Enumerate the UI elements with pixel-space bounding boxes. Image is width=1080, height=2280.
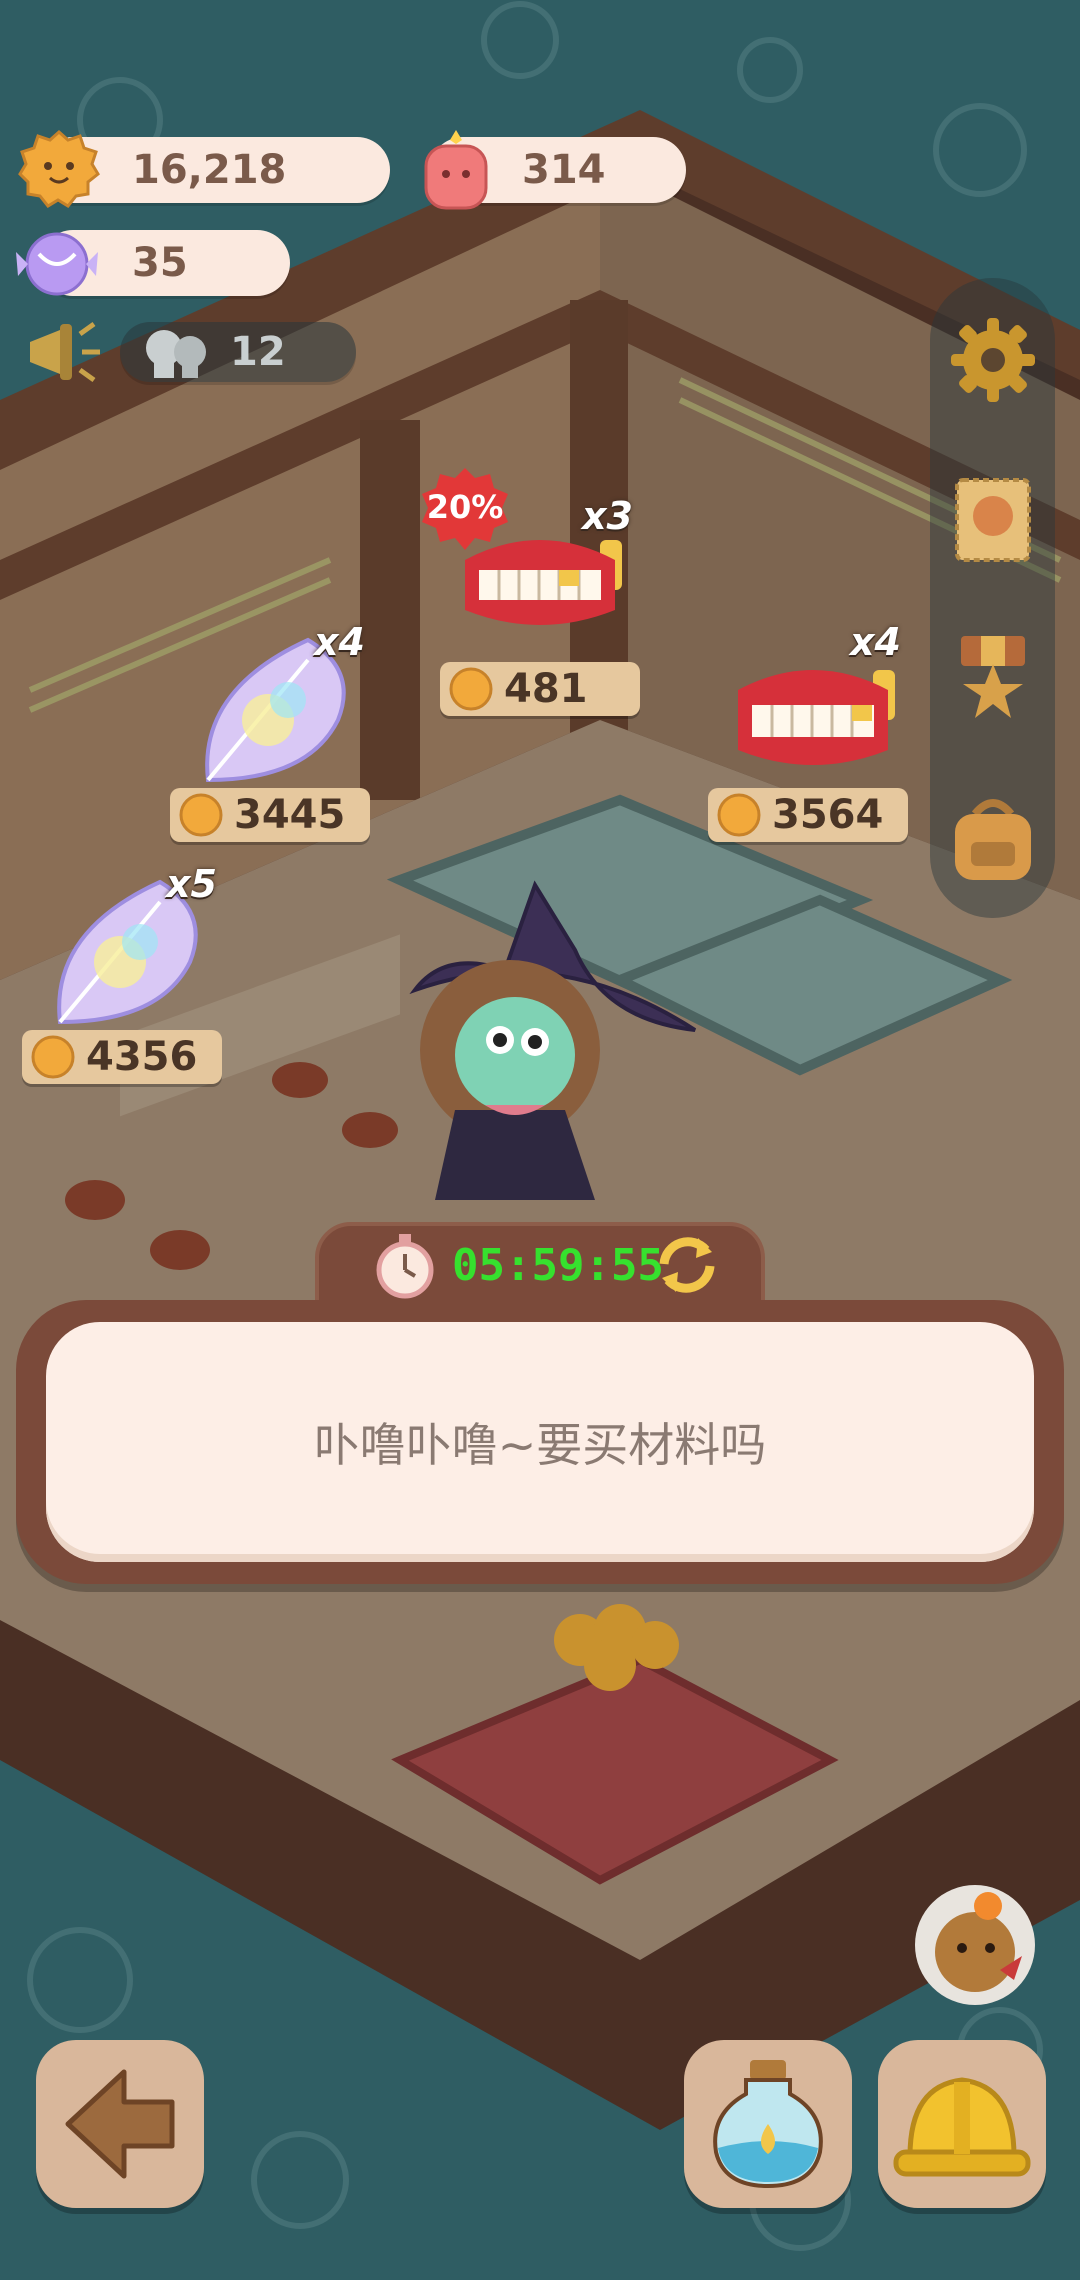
medal-icon[interactable]	[945, 632, 1041, 728]
cookie-icon	[18, 129, 100, 208]
stamp-icon[interactable]	[945, 472, 1041, 568]
item-3-price-button[interactable]: 3564	[708, 788, 908, 842]
candy-icon	[16, 232, 98, 296]
cookie-count: 16,218	[132, 147, 287, 193]
back-button[interactable]	[36, 2040, 204, 2208]
dialog-text: 卟噜卟噜~要买材料吗	[313, 1418, 767, 1472]
item-1-multiplier: x3	[582, 494, 633, 538]
gear-icon[interactable]	[945, 312, 1041, 408]
item-1-price-button[interactable]: 481	[440, 662, 640, 716]
teeth-item-3[interactable]	[728, 650, 898, 780]
item-3-multiplier: x4	[850, 620, 901, 664]
item-2-multiplier: x4	[314, 620, 365, 664]
item-4-price: 4356	[86, 1034, 198, 1080]
item-4-multiplier: x5	[166, 862, 217, 906]
candy-count: 35	[132, 240, 188, 286]
potion-button[interactable]	[684, 2040, 852, 2208]
discount-label: 20%	[426, 488, 504, 526]
cookie-icon	[179, 793, 223, 837]
shop-timer: 05:59:55	[452, 1240, 664, 1291]
item-2-price-button[interactable]: 3445	[170, 788, 370, 842]
witch-character[interactable]	[405, 880, 705, 1210]
hard-hat-icon	[893, 2077, 1031, 2177]
back-arrow-icon	[65, 2069, 175, 2179]
refresh-icon[interactable]	[652, 1230, 722, 1300]
helpers-icon	[146, 330, 206, 378]
cookie-icon	[449, 667, 493, 711]
cookie-icon	[717, 793, 761, 837]
item-4-price-button[interactable]: 4356	[22, 1030, 222, 1084]
megaphone-icon[interactable]	[20, 314, 106, 390]
gem-count: 314	[522, 147, 606, 193]
potion-icon	[713, 2060, 823, 2189]
stopwatch-icon	[376, 1234, 434, 1299]
item-2-price: 3445	[234, 792, 346, 838]
item-1-price: 481	[504, 666, 588, 712]
item-3-price: 3564	[772, 792, 884, 838]
build-button[interactable]	[878, 2040, 1046, 2208]
cookie-icon	[31, 1035, 75, 1079]
chat-avatar-icon[interactable]	[910, 1880, 1040, 2010]
candle-gem-icon	[424, 130, 488, 210]
backpack-icon[interactable]	[945, 792, 1041, 888]
helper-count: 12	[230, 329, 286, 375]
